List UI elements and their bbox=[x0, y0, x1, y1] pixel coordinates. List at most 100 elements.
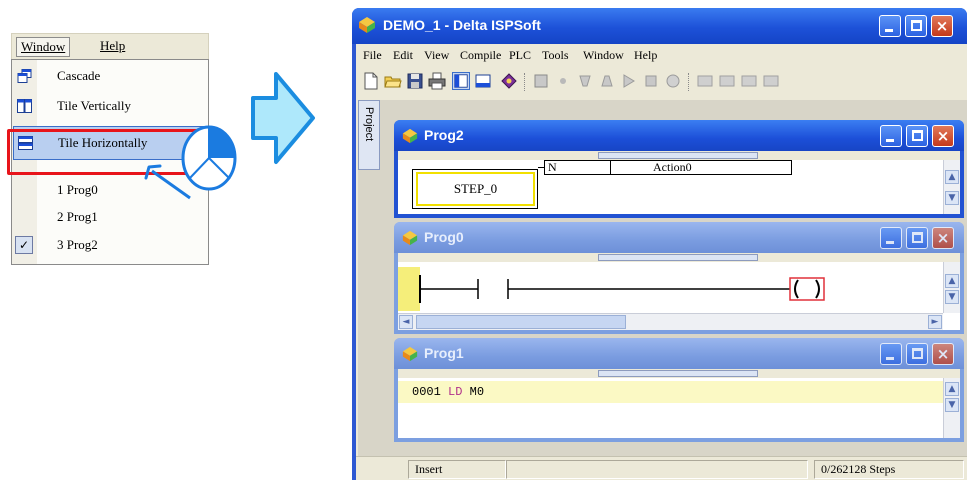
prog0-titlebar[interactable]: Prog0 × bbox=[394, 222, 964, 253]
ladder-editor[interactable]: ◄ ► ▲ ▼ bbox=[398, 253, 960, 330]
minimize-icon bbox=[886, 357, 894, 360]
ruler-slider[interactable] bbox=[598, 152, 758, 159]
menu-edit[interactable]: Edit bbox=[393, 48, 413, 63]
menu-item-cascade[interactable]: Cascade bbox=[12, 63, 208, 90]
project-view-icon[interactable] bbox=[452, 72, 470, 90]
comm-settings-icon[interactable] bbox=[740, 72, 758, 90]
menu-item-label: Tile Vertically bbox=[57, 98, 132, 113]
sfc-step[interactable]: STEP_0 bbox=[416, 172, 535, 206]
maximize-button[interactable] bbox=[906, 227, 928, 249]
menu-plc[interactable]: PLC bbox=[509, 48, 531, 63]
main-toolbar bbox=[356, 67, 967, 97]
project-tab-label: Project bbox=[363, 107, 375, 142]
menu-window[interactable]: Window bbox=[583, 48, 624, 63]
minimize-button[interactable] bbox=[880, 125, 902, 147]
upload-icon[interactable] bbox=[598, 72, 616, 90]
instruction-list-editor[interactable]: 0001 LD M0 ▲ ▼ bbox=[398, 369, 960, 438]
offline-icon[interactable] bbox=[718, 72, 736, 90]
window-controls: × bbox=[880, 343, 958, 365]
window-controls: × bbox=[880, 125, 958, 147]
minimize-button[interactable] bbox=[879, 15, 901, 37]
mdi-workspace: Project Prog2 × STEP_0 N Action0 ▲ ▼ Pro… bbox=[358, 100, 967, 480]
scroll-down-icon[interactable]: ▼ bbox=[945, 191, 959, 205]
minimize-icon bbox=[885, 29, 893, 32]
stop-icon[interactable] bbox=[642, 72, 660, 90]
mouse-click-icon bbox=[181, 125, 237, 191]
menu-item-label: 3 Prog2 bbox=[57, 237, 98, 252]
menu-help[interactable]: Help bbox=[96, 37, 129, 57]
download-icon[interactable] bbox=[576, 72, 594, 90]
rung-marker[interactable] bbox=[398, 267, 420, 311]
output-window-icon[interactable] bbox=[474, 72, 492, 90]
app-menubar: File Edit View Compile PLC Tools Window … bbox=[356, 44, 967, 66]
action-qualifier[interactable]: N bbox=[544, 160, 610, 175]
online-edit-icon[interactable] bbox=[696, 72, 714, 90]
window-title: Prog1 bbox=[424, 345, 464, 361]
device-icon[interactable] bbox=[762, 72, 780, 90]
close-button[interactable]: × bbox=[932, 227, 954, 249]
app-titlebar[interactable]: DEMO_1 - Delta ISPSoft × bbox=[352, 8, 967, 44]
scroll-up-icon[interactable]: ▲ bbox=[945, 382, 959, 396]
menu-help[interactable]: Help bbox=[634, 48, 657, 63]
maximize-button[interactable] bbox=[905, 15, 927, 37]
minimize-button[interactable] bbox=[880, 227, 902, 249]
open-folder-icon[interactable] bbox=[384, 72, 402, 90]
menu-view[interactable]: View bbox=[424, 48, 449, 63]
maximize-button[interactable] bbox=[906, 343, 928, 365]
ruler-slider[interactable] bbox=[598, 254, 758, 261]
compile-icon[interactable] bbox=[532, 72, 550, 90]
scroll-up-icon[interactable]: ▲ bbox=[945, 274, 959, 288]
scroll-down-icon[interactable]: ▼ bbox=[945, 398, 959, 412]
program-icon bbox=[402, 128, 418, 144]
close-button[interactable]: × bbox=[932, 343, 954, 365]
menu-tools[interactable]: Tools bbox=[542, 48, 569, 63]
window-controls: × bbox=[880, 227, 958, 249]
minimize-button[interactable] bbox=[880, 343, 902, 365]
right-arrow-icon bbox=[251, 72, 315, 164]
sfc-editor[interactable]: STEP_0 N Action0 ▲ ▼ bbox=[398, 151, 960, 214]
vertical-scrollbar[interactable]: ▲ ▼ bbox=[943, 160, 960, 214]
project-side-tab[interactable]: Project bbox=[358, 100, 380, 170]
ruler-bar bbox=[398, 151, 960, 160]
run-icon[interactable] bbox=[620, 72, 638, 90]
vertical-scrollbar[interactable]: ▲ ▼ bbox=[943, 378, 960, 438]
action-name[interactable]: Action0 bbox=[610, 160, 792, 175]
status-steps: 0/262128 Steps bbox=[814, 460, 964, 479]
horizontal-scrollbar[interactable]: ◄ ► bbox=[398, 313, 943, 330]
close-button[interactable]: × bbox=[931, 15, 953, 37]
scroll-left-icon[interactable]: ◄ bbox=[399, 315, 413, 329]
menu-item-prog2[interactable]: ✓ 3 Prog2 bbox=[12, 232, 208, 259]
maximize-icon bbox=[912, 232, 923, 243]
vertical-scrollbar[interactable]: ▲ ▼ bbox=[943, 262, 960, 313]
window-title: Prog2 bbox=[424, 127, 464, 143]
menu-item-label: 2 Prog1 bbox=[57, 209, 98, 224]
toolbar-separator bbox=[524, 73, 526, 91]
ruler-slider[interactable] bbox=[598, 370, 758, 377]
menu-item-prog1[interactable]: 2 Prog1 bbox=[12, 204, 208, 231]
menu-compile[interactable]: Compile bbox=[460, 48, 501, 63]
menu-window[interactable]: Window bbox=[16, 37, 71, 57]
prog1-titlebar[interactable]: Prog1 × bbox=[394, 338, 964, 369]
prog2-titlebar[interactable]: Prog2 × bbox=[394, 120, 964, 151]
save-icon[interactable] bbox=[406, 72, 424, 90]
menu-file[interactable]: File bbox=[363, 48, 382, 63]
menu-bar: Window Help bbox=[11, 33, 209, 59]
menu-item-tile-vertically[interactable]: Tile Vertically bbox=[12, 93, 208, 120]
menu-item-label: 1 Prog0 bbox=[57, 182, 98, 197]
check-icon[interactable] bbox=[554, 72, 572, 90]
print-icon[interactable] bbox=[428, 72, 446, 90]
il-line[interactable]: 0001 LD M0 bbox=[398, 381, 943, 403]
scroll-thumb[interactable] bbox=[416, 315, 626, 329]
app-window: DEMO_1 - Delta ISPSoft × File Edit View … bbox=[352, 8, 967, 480]
close-button[interactable]: × bbox=[932, 125, 954, 147]
maximize-button[interactable] bbox=[906, 125, 928, 147]
cascade-icon bbox=[17, 69, 32, 83]
monitor-icon[interactable] bbox=[664, 72, 682, 90]
minimize-icon bbox=[886, 139, 894, 142]
line-number: 0001 bbox=[412, 385, 441, 399]
scroll-down-icon[interactable]: ▼ bbox=[945, 290, 959, 304]
scroll-right-icon[interactable]: ► bbox=[928, 315, 942, 329]
scroll-up-icon[interactable]: ▲ bbox=[945, 170, 959, 184]
help-book-icon[interactable] bbox=[500, 72, 518, 90]
new-file-icon[interactable] bbox=[362, 72, 380, 90]
